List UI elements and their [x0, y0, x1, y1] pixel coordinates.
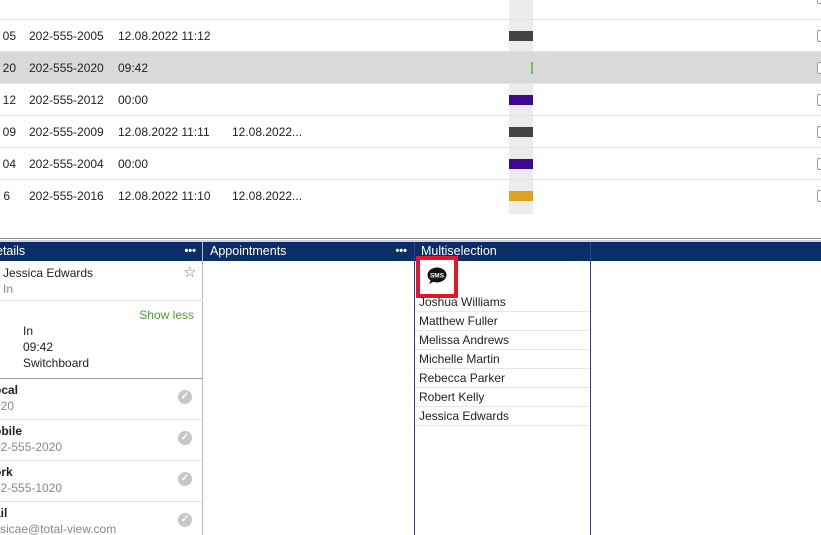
list-item[interactable]: Matthew Fuller: [415, 312, 590, 331]
date-cell: 12.08.2022...: [232, 125, 303, 139]
row-checkbox[interactable]: [817, 158, 821, 170]
date-cell: 12.08.2022...: [232, 189, 303, 203]
time-cell: 09:42: [118, 61, 149, 75]
extension-cell: 04: [2, 157, 16, 171]
table-row-selected[interactable]: 20 202-555-2020 09:42: [0, 52, 821, 84]
recipient-list: Joshua Williams Matthew Fuller Melissa A…: [415, 293, 590, 426]
row-checkbox[interactable]: [817, 30, 821, 42]
row-checkbox[interactable]: [817, 0, 821, 4]
extension-cell: 05: [2, 29, 16, 43]
time-cell: 12.08.2022 11:12: [118, 29, 211, 43]
phone-entry-work[interactable]: ork 02-555-1020 ✓: [0, 460, 202, 501]
time-cell: 00:00: [118, 93, 149, 107]
call-direction: In: [23, 324, 34, 338]
list-item[interactable]: Jessica Edwards: [415, 407, 590, 426]
status-indicator: [509, 127, 533, 137]
time-cell: 12.08.2022 11:11: [118, 125, 210, 139]
table-row[interactable]: 05 202-555-2005 12.08.2022 11:12: [0, 20, 821, 52]
table-row[interactable]: 09 202-555-2009 12.08.2022 11:11 12.08.2…: [0, 116, 821, 148]
phone-label: obile: [0, 424, 23, 438]
sms-button[interactable]: SMS: [416, 256, 458, 298]
multiselection-panel: Multiselection SMS Joshua Williams Matth…: [414, 242, 591, 535]
check-circle-icon[interactable]: ✓: [178, 472, 192, 486]
details-title: etails: [0, 244, 26, 258]
more-dots-icon[interactable]: •••: [395, 242, 407, 261]
list-item[interactable]: Melissa Andrews: [415, 331, 590, 350]
star-icon[interactable]: ☆: [183, 263, 196, 281]
status-indicator: [531, 62, 533, 74]
appointments-header: Appointments •••: [204, 242, 413, 261]
status-indicator: [509, 95, 533, 105]
phone-value: 02-555-1020: [0, 481, 63, 495]
call-time: 09:42: [23, 340, 54, 354]
divider: [0, 300, 203, 301]
time-cell: 00:00: [118, 157, 149, 171]
row-checkbox[interactable]: [817, 62, 821, 74]
email-entry[interactable]: ail ssicae@total-view.com ✓: [0, 501, 202, 535]
table-row[interactable]: 12 202-555-2012 00:00: [0, 84, 821, 116]
svg-text:SMS: SMS: [430, 273, 445, 280]
number-cell: 202-555-2005: [29, 29, 104, 43]
appointments-panel: Appointments •••: [204, 242, 413, 535]
table-row[interactable]: 04 202-555-2004 00:00: [0, 148, 821, 180]
extension-cell: 09: [2, 125, 16, 139]
number-cell: 202-555-2012: [29, 93, 104, 107]
email-value: ssicae@total-view.com: [0, 522, 117, 535]
phone-value: 020: [0, 399, 15, 413]
extension-cell: 20: [2, 61, 16, 75]
table-row[interactable]: 6 202-555-2016 12.08.2022 11:10 12.08.20…: [0, 180, 821, 212]
details-panel: etails ••• Jessica Edwards In ☆ Show les…: [0, 242, 203, 535]
list-item[interactable]: Michelle Martin: [415, 350, 590, 369]
more-dots-icon[interactable]: •••: [184, 242, 196, 261]
phone-entry-local[interactable]: ocal 020 ✓: [0, 378, 202, 419]
phone-value: 02-555-2020: [0, 440, 63, 454]
list-item[interactable]: Rebecca Parker: [415, 369, 590, 388]
number-cell: 202-555-2004: [29, 157, 104, 171]
list-item[interactable]: Joshua Williams: [415, 293, 590, 312]
details-header: etails •••: [0, 242, 202, 261]
number-cell: 202-555-2016: [29, 189, 104, 203]
status-indicator: [509, 159, 533, 169]
appointments-title: Appointments: [210, 244, 287, 258]
show-less-link[interactable]: Show less: [139, 308, 194, 322]
extension-cell: 6: [3, 189, 10, 203]
contact-state: In: [3, 282, 14, 296]
check-circle-icon[interactable]: ✓: [178, 431, 192, 445]
number-cell: 202-555-2009: [29, 125, 104, 139]
status-indicator: [509, 31, 533, 41]
row-checkbox[interactable]: [817, 126, 821, 138]
call-source: Switchboard: [23, 356, 90, 370]
check-circle-icon[interactable]: ✓: [178, 390, 192, 404]
email-label: ail: [0, 506, 8, 520]
extension-cell: 12: [2, 93, 16, 107]
calls-table: 05 202-555-2005 12.08.2022 11:12 20 202-…: [0, 0, 821, 214]
table-row[interactable]: [0, 0, 821, 20]
splitter[interactable]: [0, 238, 821, 239]
number-cell: 202-555-2020: [29, 61, 104, 75]
phone-entry-mobile[interactable]: obile 02-555-2020 ✓: [0, 419, 202, 460]
check-circle-icon[interactable]: ✓: [178, 513, 192, 527]
contact-name: Jessica Edwards: [3, 266, 94, 280]
row-checkbox[interactable]: [817, 94, 821, 106]
list-item[interactable]: Robert Kelly: [415, 388, 590, 407]
phone-label: ocal: [0, 383, 19, 397]
status-indicator: [509, 191, 533, 201]
row-checkbox[interactable]: [817, 190, 821, 202]
time-cell: 12.08.2022 11:10: [118, 189, 211, 203]
sms-bubble-icon: SMS: [427, 267, 447, 284]
phone-label: ork: [0, 465, 13, 479]
